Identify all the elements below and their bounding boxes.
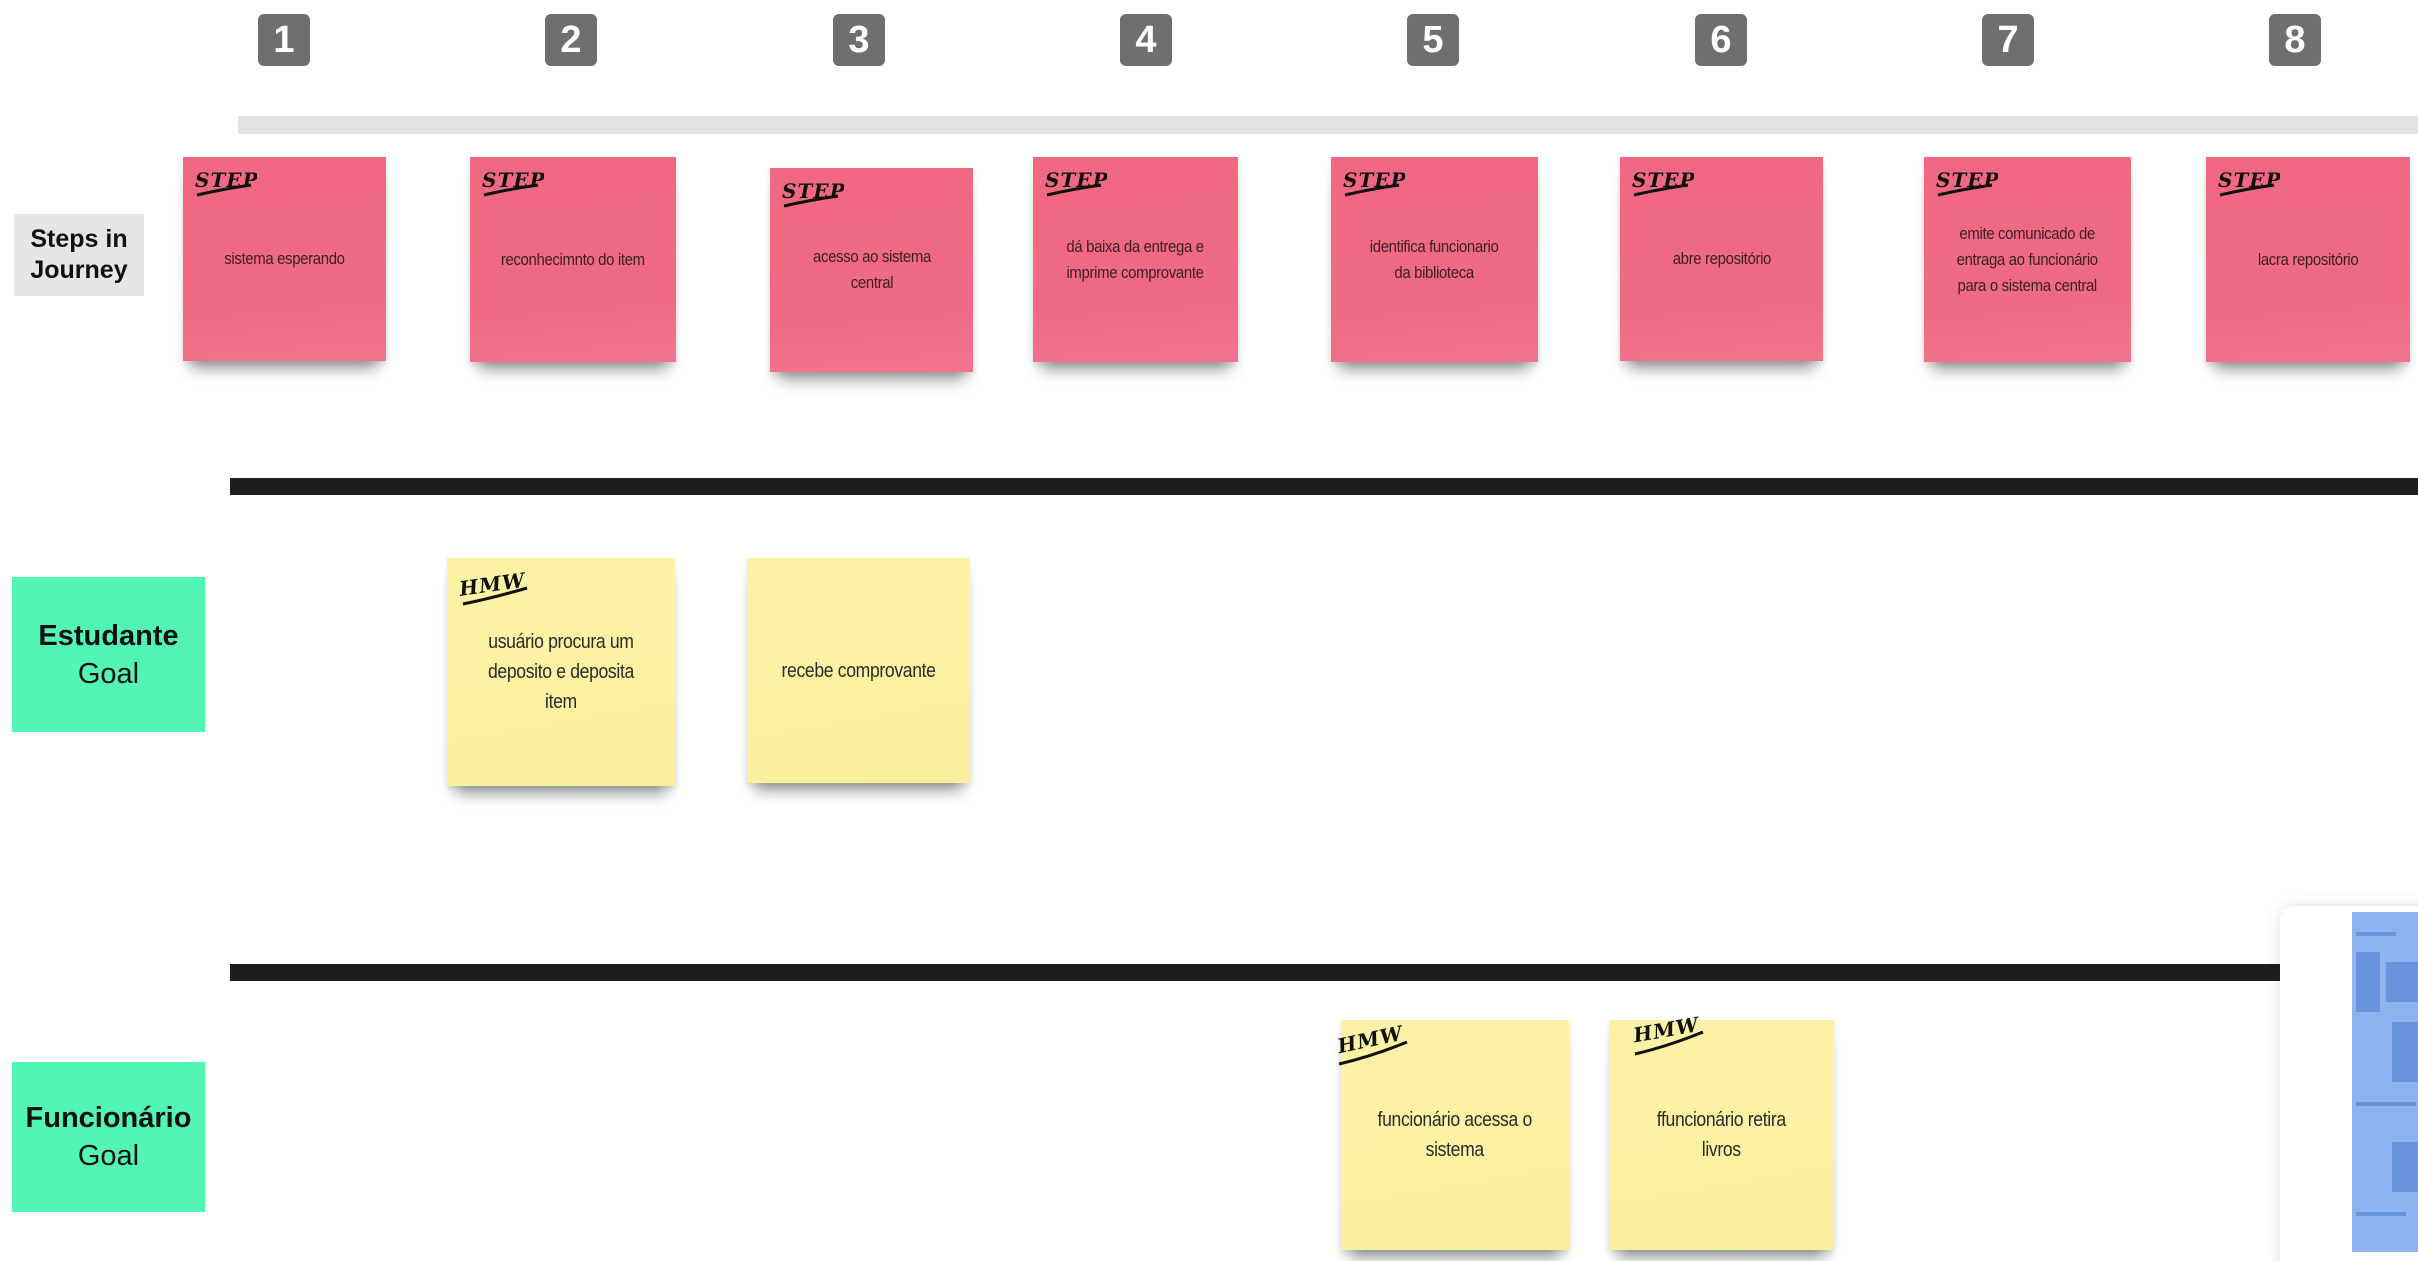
column-number-2: 2 (545, 14, 597, 66)
funcionario-label-name: Funcionário (25, 1102, 192, 1134)
step-tag-icon: STEP (2216, 163, 2280, 203)
estudante-label-sub: Goal (77, 657, 140, 690)
step-note-8[interactable]: STEP lacra repositório (2206, 157, 2410, 362)
estudante-note-2[interactable]: recebe comprovante (747, 558, 970, 783)
row-separator-2 (230, 964, 2280, 981)
step-note-7[interactable]: STEP emite comunicado de entraga ao func… (1924, 157, 2131, 362)
step-note-text: lacra repositório (2257, 249, 2359, 269)
estudante-goal-label: Estudante Goal (12, 577, 205, 732)
hmw-tag-icon: HMW (457, 564, 528, 606)
hmw-tag-icon: HMW (1333, 1020, 1408, 1066)
estudante-note-1[interactable]: HMW usuário procura um deposito e deposi… (447, 558, 675, 786)
funcionario-label-sub: Goal (77, 1140, 140, 1172)
steps-in-journey-text: Steps in Journey (30, 225, 128, 284)
step-note-text: abre repositório (1672, 249, 1771, 268)
step-tag-icon: STEP (193, 163, 257, 203)
step-tag-icon: STEP (1341, 163, 1405, 203)
column-number-1: 1 (258, 14, 310, 66)
hmw-note-text: funcionário acessa o sistema (1377, 1109, 1533, 1161)
column-number-7: 7 (1982, 14, 2034, 66)
step-note-1[interactable]: STEP sistema esperando (183, 157, 386, 361)
header-divider (238, 116, 2418, 134)
step-note-text: acesso ao sistema central (812, 247, 931, 292)
svg-text:HMW: HMW (1334, 1021, 1407, 1059)
step-note-5[interactable]: STEP identifica funcionario da bibliotec… (1331, 157, 1538, 362)
hmw-note-text: ffuncionário retira livros (1657, 1109, 1786, 1161)
step-note-text: emite comunicado de entraga ao funcionár… (1956, 223, 2099, 295)
hmw-note-text: usuário procura um deposito e deposita i… (488, 631, 634, 713)
column-number-5: 5 (1407, 14, 1459, 66)
funcionario-note-1[interactable]: HMW funcionário acessa o sistema (1334, 1020, 1569, 1250)
step-note-4[interactable]: STEP dá baixa da entrega e imprime compr… (1033, 157, 1238, 362)
funcionario-note-2[interactable]: HMW ffuncionário retira livros (1609, 1012, 1834, 1250)
column-number-6: 6 (1695, 14, 1747, 66)
step-tag-icon: STEP (780, 174, 844, 214)
step-note-6[interactable]: STEP abre repositório (1620, 157, 1823, 361)
panel-thumbnail[interactable] (2352, 912, 2418, 1252)
step-note-text: dá baixa da entrega e imprime comprovant… (1066, 236, 1205, 282)
steps-in-journey-label: Steps in Journey (14, 214, 144, 296)
column-number-8: 8 (2269, 14, 2321, 66)
step-note-2[interactable]: STEP reconhecimnto do item (470, 157, 676, 362)
step-note-text: reconhecimnto do item (501, 249, 645, 269)
step-tag-icon: STEP (480, 163, 544, 203)
step-note-text: sistema esperando (224, 249, 345, 268)
row-separator-1 (230, 478, 2418, 495)
column-number-4: 4 (1120, 14, 1172, 66)
step-tag-icon: STEP (1630, 163, 1694, 203)
step-tag-icon: STEP (1043, 163, 1107, 203)
funcionario-goal-label: Funcionário Goal (12, 1062, 205, 1212)
step-note-text: identifica funcionario da biblioteca (1370, 236, 1499, 282)
hmw-note-text: recebe comprovante (781, 659, 936, 682)
hmw-tag-icon: HMW (1629, 1010, 1704, 1056)
step-note-3[interactable]: STEP acesso ao sistema central (770, 168, 973, 372)
svg-text:HMW: HMW (1631, 1012, 1703, 1048)
column-number-3: 3 (833, 14, 885, 66)
step-tag-icon: STEP (1934, 163, 1998, 203)
estudante-label-name: Estudante (38, 619, 179, 652)
